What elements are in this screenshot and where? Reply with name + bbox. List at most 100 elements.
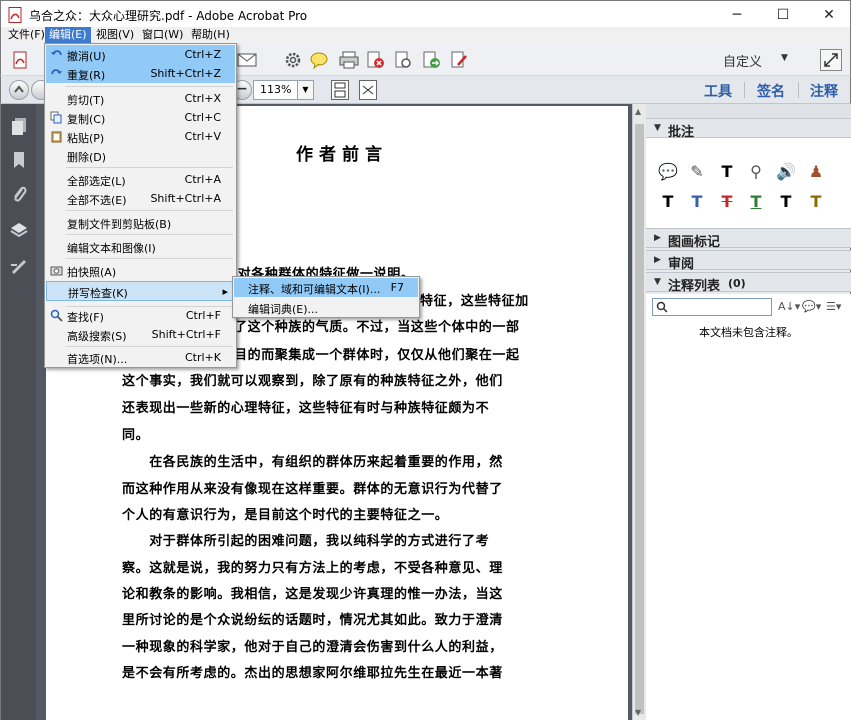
fit-page-icon[interactable] — [331, 80, 349, 100]
submenu-arrow-icon: ▸ — [222, 285, 228, 298]
menu-item-label: 拍快照(A) — [67, 266, 117, 279]
comment-search-input[interactable] — [652, 298, 772, 316]
email-icon[interactable] — [237, 51, 257, 69]
menu-item-cut[interactable]: 剪切(T) Ctrl+X — [46, 89, 235, 108]
menu-item-find[interactable]: 查找(F) Ctrl+F — [46, 306, 235, 325]
submenu-item-check-comments[interactable]: 注释、域和可编辑文本(I)... F7 — [234, 278, 418, 297]
menu-item-label: 重复(R) — [67, 69, 106, 82]
tab-sign[interactable]: 签名 — [757, 81, 785, 101]
menu-item-edit-text-images[interactable]: 编辑文本和图像(I) — [46, 237, 235, 256]
text-line: 同。 — [122, 428, 150, 443]
submenu-item-edit-dictionary[interactable]: 编辑词典(E)... — [234, 298, 418, 317]
menu-item-advanced-search[interactable]: 高级搜索(S) Shift+Ctrl+F — [46, 325, 235, 344]
menu-window[interactable]: 窗口(W) — [138, 27, 187, 43]
menu-item-preferences[interactable]: 首选项(N)... Ctrl+K — [46, 348, 235, 367]
menu-item-redo[interactable]: 重复(R) Shift+Ctrl+Z — [46, 64, 235, 83]
tab-tools[interactable]: 工具 — [704, 81, 732, 101]
menu-item-shortcut: Ctrl+X — [184, 92, 221, 105]
menu-item-deselect-all[interactable]: 全部不选(E) Shift+Ctrl+A — [46, 189, 235, 208]
customize-dropdown[interactable]: 自定义 — [723, 51, 762, 70]
acrobat-app-icon — [8, 7, 22, 23]
scroll-up-icon[interactable]: ▲ — [635, 107, 641, 116]
menu-item-delete[interactable]: 删除(D) — [46, 146, 235, 165]
export-page-icon[interactable] — [421, 51, 441, 69]
create-pdf-icon[interactable] — [11, 51, 31, 69]
page-view-icon[interactable] — [393, 51, 413, 69]
text-callout-icon[interactable]: T — [776, 192, 796, 212]
section-comment-list[interactable]: ▼ 注释列表 (0) — [646, 272, 851, 294]
text-line: 特征，这些特征加 — [420, 294, 529, 309]
filter-icon[interactable]: 💬▾ — [802, 300, 821, 313]
chevron-right-icon: ▶ — [654, 255, 661, 265]
settings-gear-icon[interactable] — [283, 51, 303, 69]
stamp-icon[interactable]: ♟ — [806, 162, 826, 182]
section-label: 审阅 — [668, 257, 695, 272]
section-annotations[interactable]: ▼ 批注 — [646, 118, 851, 140]
zoom-dropdown-icon[interactable]: ▼ — [297, 80, 314, 100]
menu-view[interactable]: 视图(V) — [92, 27, 138, 43]
menu-item-undo[interactable]: 撤消(U) Ctrl+Z — [46, 45, 235, 64]
expand-view-button[interactable] — [820, 49, 842, 71]
record-audio-icon[interactable]: 🔊 — [776, 162, 796, 182]
menu-item-shortcut: Ctrl+Z — [184, 48, 221, 61]
text-line: 一种现象的科学家，他对于自己的澄清会伤害到什么人的利益， — [122, 640, 503, 655]
menu-item-copy[interactable]: 复制(C) Ctrl+C — [46, 108, 235, 127]
minimize-button[interactable]: ─ — [714, 1, 760, 28]
menu-edit[interactable]: 编辑(E) — [45, 27, 91, 43]
search-icon — [656, 301, 668, 313]
signatures-icon[interactable] — [9, 256, 29, 276]
vertical-scrollbar[interactable]: ▲ ▼ — [632, 104, 646, 720]
close-button[interactable]: ✕ — [806, 1, 851, 28]
section-review[interactable]: ▶ 审阅 — [646, 250, 851, 272]
scroll-down-icon[interactable]: ▼ — [635, 708, 641, 717]
scroll-mode-icon — [334, 82, 346, 98]
page-thumbnails-icon[interactable] — [9, 116, 29, 136]
fit-width-icon[interactable] — [359, 80, 377, 100]
zoom-input[interactable]: 113% — [253, 80, 298, 100]
section-drawing-markup[interactable]: ▶ 图画标记 — [646, 228, 851, 250]
sign-page-icon[interactable] — [449, 51, 469, 69]
menu-item-spell-check[interactable]: 拼写检查(K) ▸ — [46, 281, 235, 301]
text-line: 对于群体所引起的困难问题，我以纯科学的方式进行了考 — [122, 534, 490, 549]
previous-page-button[interactable] — [9, 80, 29, 100]
menu-item-paste[interactable]: 粘贴(P) Ctrl+V — [46, 127, 235, 146]
insert-text-icon[interactable]: T — [658, 192, 678, 212]
tab-comment[interactable]: 注释 — [810, 81, 838, 101]
menu-item-label: 拼写检查(K) — [68, 287, 128, 300]
menu-item-snapshot[interactable]: 拍快照(A) — [46, 261, 235, 280]
menu-file[interactable]: 文件(F) — [4, 27, 49, 43]
menu-separator — [66, 167, 233, 168]
text-line: 论和教条的影响。我相信，这是发现少许真理的惟一办法，当这 — [122, 587, 503, 602]
layers-icon[interactable] — [9, 220, 29, 240]
menu-item-select-all[interactable]: 全部选定(L) Ctrl+A — [46, 170, 235, 189]
menu-item-label: 复制(C) — [67, 113, 106, 126]
strikethrough-icon[interactable]: T — [717, 192, 737, 212]
chevron-down-icon[interactable]: ▼ — [781, 53, 788, 63]
menu-help[interactable]: 帮助(H) — [187, 27, 234, 43]
comment-icon[interactable] — [309, 51, 329, 69]
menu-separator — [66, 346, 233, 347]
underline-icon[interactable]: T — [746, 192, 766, 212]
delete-page-icon[interactable] — [365, 51, 385, 69]
expand-arrows-icon — [824, 53, 838, 67]
text-box-icon[interactable]: T — [806, 192, 826, 212]
sort-icon[interactable]: A↓▾ — [778, 300, 800, 313]
attachments-icon[interactable] — [9, 184, 29, 204]
scrollbar-thumb[interactable] — [635, 124, 644, 714]
replace-text-icon[interactable]: T — [687, 192, 707, 212]
camera-icon — [50, 266, 63, 276]
menu-item-label: 编辑词典(E)... — [248, 303, 319, 316]
print-icon[interactable] — [339, 51, 359, 69]
menu-separator — [66, 86, 233, 87]
attach-file-icon[interactable]: ⚲ — [746, 162, 766, 182]
options-icon[interactable]: ☰▾ — [826, 300, 841, 313]
highlight-text-icon[interactable]: ✎ — [687, 162, 707, 182]
menu-item-label: 高级搜索(S) — [67, 330, 127, 343]
add-text-icon[interactable]: T — [717, 162, 737, 182]
menu-item-label: 删除(D) — [67, 151, 107, 164]
menu-item-copy-file-to-clipboard[interactable]: 复制文件到剪贴板(B) — [46, 213, 235, 232]
maximize-button[interactable]: ☐ — [760, 1, 806, 28]
sticky-note-icon[interactable]: 💬 — [658, 162, 678, 182]
bookmarks-icon[interactable] — [9, 150, 29, 170]
window-title: 乌合之众：大众心理研究.pdf - Adobe Acrobat Pro — [29, 9, 308, 23]
